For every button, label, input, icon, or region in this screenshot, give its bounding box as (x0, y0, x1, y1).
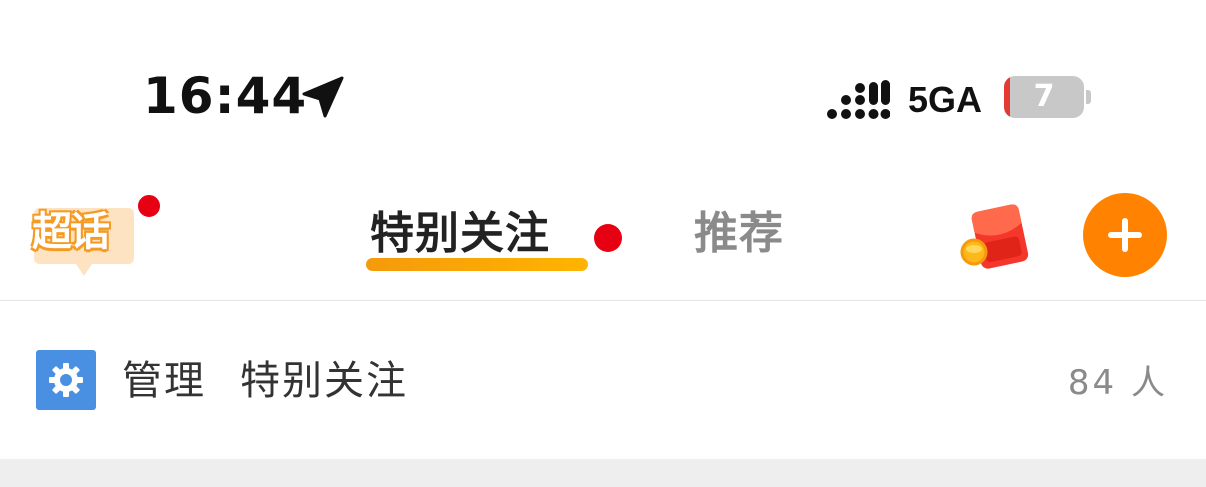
red-packet-icon[interactable] (958, 202, 1036, 272)
tab-notification-dot (594, 224, 622, 252)
follow-count: 84 人 (1067, 363, 1168, 403)
top-nav-bar: 超话 特别关注 推荐 (0, 160, 1206, 301)
supertopic-logo-text: 超话 (32, 209, 110, 255)
logo-notification-dot (136, 193, 162, 219)
add-button[interactable] (1083, 193, 1167, 277)
tab-special-follow[interactable]: 特别关注 (370, 206, 550, 262)
gear-icon (36, 350, 96, 410)
tab-recommend[interactable]: 推荐 (694, 206, 784, 262)
battery-percent: 7 (1033, 79, 1055, 114)
battery-cap (1086, 90, 1091, 104)
location-arrow-icon (302, 76, 344, 118)
status-bar: 16:44 5GA 7 (0, 0, 1206, 160)
battery-indicator: 7 (1004, 76, 1084, 118)
manage-target-label: 特别关注 (240, 358, 408, 404)
plus-icon (1108, 218, 1142, 252)
manage-special-follow-row[interactable]: 管理 特别关注 84 人 (0, 301, 1206, 459)
status-time: 16:44 (143, 67, 308, 125)
network-type: 5GA (908, 79, 983, 120)
manage-label: 管理 (122, 358, 206, 404)
active-tab-indicator (366, 258, 588, 271)
signal-dots-icon (827, 80, 890, 119)
section-divider (0, 459, 1206, 487)
